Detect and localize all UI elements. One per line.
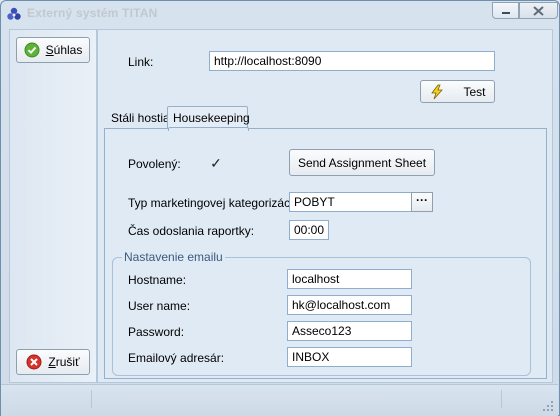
ellipsis-icon: ··· <box>416 193 428 207</box>
browse-button[interactable]: ··· <box>411 192 433 212</box>
hostname-input[interactable]: localhost <box>287 269 412 289</box>
tab-housekeeping[interactable]: Housekeeping <box>167 106 250 129</box>
povoleny-label: Povolený: <box>128 157 181 171</box>
username-label: User name: <box>128 299 191 313</box>
password-label: Password: <box>128 325 185 339</box>
zrusit-label: Zrušiť <box>48 355 80 369</box>
link-input[interactable]: http://localhost:8090 <box>209 51 495 71</box>
app-icon <box>7 7 21 20</box>
suhlas-button[interactable]: Súhlas <box>16 37 90 63</box>
tab-joint <box>168 127 249 131</box>
minimize-icon <box>501 11 510 14</box>
cas-label: Čas odoslania raportky: <box>128 224 255 238</box>
username-input[interactable]: hk@localhost.com <box>287 295 412 315</box>
cas-input[interactable]: 00:00 <box>289 220 329 240</box>
povoleny-checkbox[interactable]: ✓ <box>209 156 223 170</box>
close-button[interactable] <box>519 2 558 19</box>
tab-stali-hostia[interactable]: Stáli hostia <box>106 107 170 128</box>
email-folder-input[interactable]: INBOX <box>287 347 412 367</box>
email-folder-label: Emailový adresár: <box>128 351 225 365</box>
send-assignment-sheet-button[interactable]: Send Assignment Sheet <box>289 149 435 176</box>
test-button[interactable]: Test <box>420 80 495 103</box>
suhlas-label: Súhlas <box>45 43 83 57</box>
test-label: Test <box>463 84 486 99</box>
lightning-icon <box>431 84 444 99</box>
typ-input[interactable]: POBYT <box>289 192 412 212</box>
email-settings-legend: Nastavenie emailu <box>122 250 225 264</box>
status-divider <box>501 390 502 408</box>
cancel-circle-icon <box>26 354 42 370</box>
left-button-panel <box>9 29 97 383</box>
minimize-button[interactable] <box>492 2 519 19</box>
title-bar[interactable]: Externý systém TITAN <box>1 1 559 27</box>
typ-label: Typ marketingovej kategorizácie: <box>128 196 303 210</box>
send-assignment-sheet-label: Send Assignment Sheet <box>297 155 427 170</box>
status-bar <box>1 384 558 416</box>
link-label: Link: <box>128 55 154 69</box>
password-input[interactable]: Asseco123 <box>287 321 412 341</box>
hostname-label: Hostname: <box>128 273 187 287</box>
close-icon <box>533 5 544 16</box>
resize-grip-icon[interactable] <box>542 400 554 412</box>
window-title: Externý systém TITAN <box>27 6 158 20</box>
status-divider <box>91 390 92 408</box>
zrusit-button[interactable]: Zrušiť <box>16 349 90 375</box>
check-circle-icon <box>24 42 40 58</box>
